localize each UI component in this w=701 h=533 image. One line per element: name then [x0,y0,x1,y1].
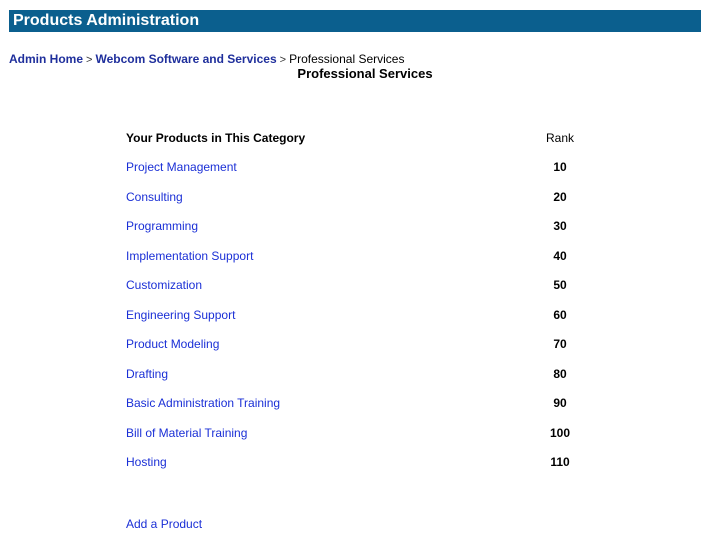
header-bar: Products Administration [9,10,701,32]
table-row: Drafting 80 [0,366,701,386]
table-row: Product Modeling 70 [0,336,701,356]
breadcrumb-webcom-software[interactable]: Webcom Software and Services [95,52,276,66]
product-rank: 10 [553,160,567,174]
table-row: Programming 30 [0,218,701,238]
breadcrumb: Admin Home > Webcom Software and Services >… [9,52,404,67]
product-rank: 110 [550,455,570,469]
product-rank: 70 [553,337,567,351]
breadcrumb-separator: > [86,54,93,66]
product-rank: 50 [553,278,567,292]
product-link[interactable]: Implementation Support [126,248,253,264]
add-product-link[interactable]: Add a Product [126,517,202,531]
column-header-products: Your Products in This Category [126,131,306,145]
product-link[interactable]: Consulting [126,189,183,205]
product-link[interactable]: Engineering Support [126,307,235,323]
product-rank: 30 [553,219,567,233]
product-rank: 60 [553,308,567,322]
table-row: Implementation Support 40 [0,248,701,268]
table-row: Basic Administration Training 90 [0,395,701,415]
product-link[interactable]: Project Management [126,159,237,175]
table-row: Bill of Material Training 100 [0,425,701,445]
column-header-rank: Rank [545,131,574,145]
header-title: Products Administration [13,12,200,29]
product-rank: 40 [553,249,567,263]
page-title: Professional Services [297,66,433,81]
table-row: Project Management 10 [0,159,701,179]
table-row: Customization 50 [0,277,701,297]
table-row: Engineering Support 60 [0,307,701,327]
product-rank: 90 [553,396,567,410]
table-row: Consulting 20 [0,189,701,209]
product-link[interactable]: Basic Administration Training [126,395,280,411]
product-link[interactable]: Programming [126,218,198,234]
breadcrumb-current: Professional Services [289,52,405,66]
product-link[interactable]: Product Modeling [126,336,219,352]
product-link[interactable]: Bill of Material Training [126,425,247,441]
product-rank: 20 [553,190,567,204]
product-rank: 100 [549,426,571,440]
product-link[interactable]: Customization [126,277,202,293]
product-link[interactable]: Hosting [126,454,167,470]
product-rank: 80 [553,367,567,381]
product-link[interactable]: Drafting [126,366,168,382]
table-row: Hosting 110 [0,454,701,474]
breadcrumb-separator: > [279,54,287,66]
breadcrumb-admin-home[interactable]: Admin Home [9,52,83,66]
